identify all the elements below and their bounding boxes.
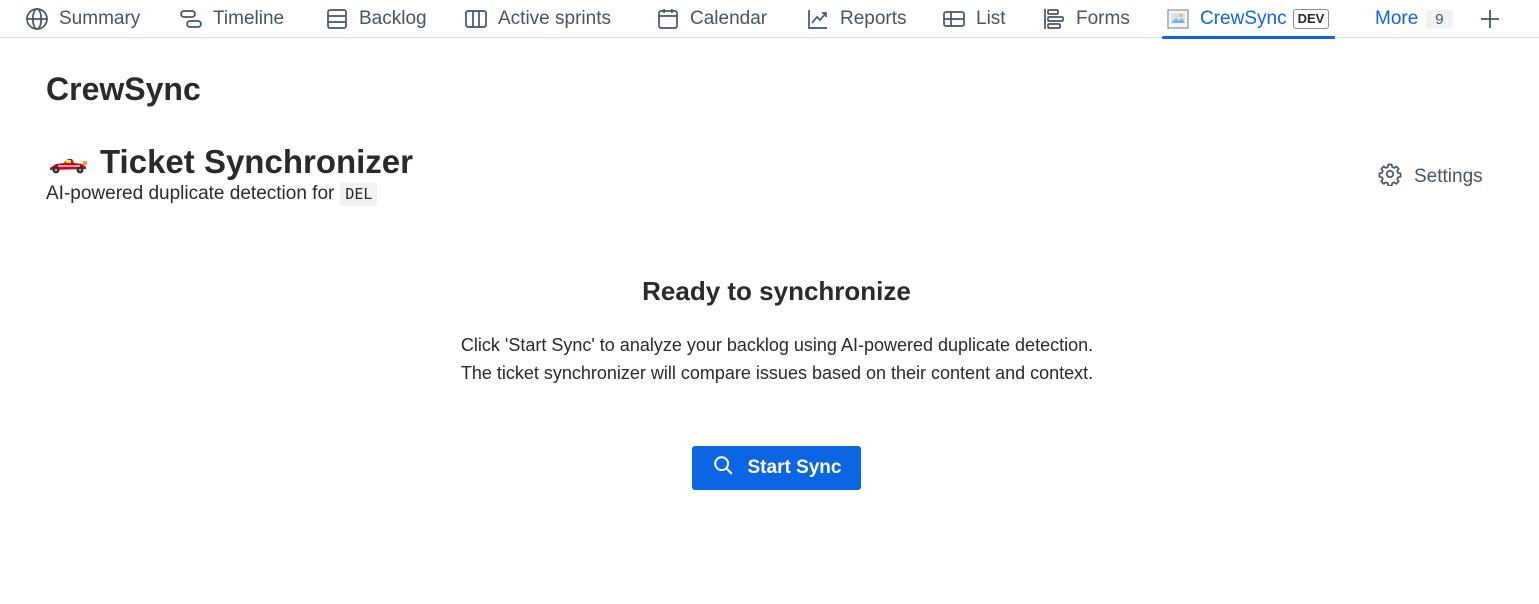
tab-forms-label: Forms: [1076, 8, 1130, 29]
app-image-icon: [1166, 7, 1190, 31]
tab-crewsync-label: CrewSync: [1200, 8, 1287, 29]
tab-backlog-label: Backlog: [359, 8, 427, 29]
backlog-icon: [325, 7, 349, 31]
tab-list[interactable]: List: [942, 0, 1006, 38]
line-chart-icon: [806, 7, 830, 31]
globe-icon: [25, 7, 49, 31]
board-columns-icon: [464, 7, 488, 31]
search-icon: [712, 454, 734, 482]
race-car-icon: [46, 144, 90, 181]
project-tab-bar: Summary Timeline Backlog Active sprints …: [0, 0, 1539, 39]
tab-calendar[interactable]: Calendar: [656, 0, 767, 38]
tab-timeline[interactable]: Timeline: [179, 0, 284, 38]
tab-active-sprints-label: Active sprints: [498, 8, 611, 29]
page-subtitle: AI-powered duplicate detection for DEL: [46, 182, 378, 206]
tab-list-label: List: [976, 8, 1006, 29]
tab-more-label: More: [1375, 8, 1419, 29]
tab-calendar-label: Calendar: [690, 8, 768, 29]
tab-summary-label: Summary: [59, 8, 141, 29]
subtitle-text: AI-powered duplicate detection for: [46, 183, 335, 204]
start-sync-button[interactable]: Start Sync: [692, 446, 861, 490]
empty-state-title: Ready to synchronize: [642, 276, 911, 306]
calendar-icon: [656, 7, 680, 31]
tab-backlog[interactable]: Backlog: [325, 0, 427, 38]
tab-forms[interactable]: Forms: [1042, 0, 1130, 38]
tab-reports-label: Reports: [840, 8, 907, 29]
more-count-badge: 9: [1426, 9, 1453, 29]
tab-crewsync[interactable]: CrewSync DEV: [1161, 0, 1336, 39]
table-list-icon: [942, 7, 966, 31]
gear-icon: [1378, 162, 1402, 192]
tab-active-sprints[interactable]: Active sprints: [464, 0, 611, 38]
page-heading-row: Ticket Synchronizer: [46, 143, 413, 181]
tab-more[interactable]: More 9: [1375, 0, 1453, 38]
settings-label: Settings: [1414, 166, 1483, 187]
start-sync-label: Start Sync: [747, 457, 842, 478]
add-tab-button[interactable]: [1478, 0, 1502, 38]
tab-reports[interactable]: Reports: [806, 0, 907, 38]
empty-state-description: Click 'Start Sync' to analyze your backl…: [460, 335, 1094, 383]
forms-icon: [1042, 7, 1066, 31]
project-key-code: DEL: [340, 182, 378, 206]
tab-summary[interactable]: Summary: [25, 0, 140, 38]
app-title: CrewSync: [46, 71, 201, 107]
plus-icon: [1478, 7, 1502, 31]
page-heading: Ticket Synchronizer: [100, 143, 414, 180]
dev-badge: DEV: [1292, 9, 1330, 29]
timeline-icon: [179, 7, 203, 31]
settings-button[interactable]: Settings: [1378, 162, 1483, 192]
tab-timeline-label: Timeline: [213, 8, 285, 29]
